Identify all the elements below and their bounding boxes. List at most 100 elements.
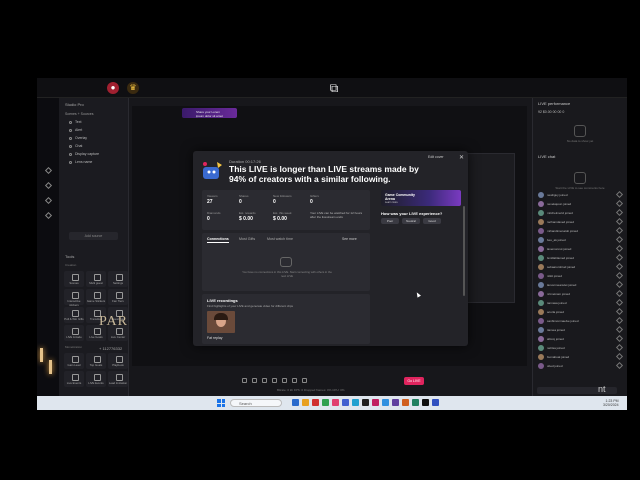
avatar[interactable] [538, 218, 544, 225]
chat-message[interactable]: newliguy joined [533, 190, 627, 199]
avatar[interactable] [538, 227, 544, 234]
windows-start-icon[interactable] [217, 399, 225, 407]
speaker-icon[interactable] [252, 378, 257, 383]
recording-thumbnail[interactable] [207, 311, 235, 333]
go-live-button[interactable]: Go LIVE [404, 377, 424, 385]
taskbar-app-icon[interactable] [432, 399, 439, 406]
edit-cover-button[interactable]: Edit cover [428, 155, 444, 159]
taskbar-app-icon[interactable] [332, 399, 339, 406]
tab-connections[interactable]: Connections [207, 237, 229, 241]
gift-icon[interactable] [615, 325, 624, 334]
chat-message[interactable]: sanbimonmaelve joined [533, 316, 627, 325]
tool-button[interactable]: Game Stickers [86, 289, 106, 305]
avatar[interactable] [538, 263, 544, 270]
gift-icon[interactable] [615, 271, 624, 280]
gift-icon[interactable] [615, 244, 624, 253]
avatar[interactable] [538, 353, 544, 360]
add-source-button[interactable]: Add source [69, 232, 118, 240]
chat-message[interactable]: beu_ak joined [533, 235, 627, 244]
gift-icon[interactable] [615, 298, 624, 307]
tool-button[interactable]: Interactive stickers [64, 289, 84, 307]
chat-message[interactable]: lsmillahlamed joined [533, 253, 627, 262]
gift-icon[interactable] [615, 343, 624, 352]
taskbar-app-icon[interactable] [412, 399, 419, 406]
chat-message[interactable]: nehisa joined [533, 343, 627, 352]
promo-banner[interactable]: Share your Lorem ipsum dolor sit amet [182, 108, 237, 118]
tool-button[interactable]: Top Goals [86, 353, 106, 369]
source-item[interactable]: Text [59, 118, 128, 126]
taskbar-app-icon[interactable] [292, 399, 299, 406]
avatar[interactable] [538, 254, 544, 261]
gift-icon[interactable] [615, 208, 624, 217]
tool-button[interactable]: Live Events [64, 371, 84, 387]
layout-icon[interactable] [292, 378, 297, 383]
link-icon[interactable] [302, 378, 307, 383]
gift-icon[interactable] [615, 307, 624, 316]
feedback-neutral-button[interactable]: Neutral [402, 218, 420, 224]
camera-icon[interactable] [262, 378, 267, 383]
screen-icon[interactable] [272, 378, 277, 383]
gift-icon[interactable] [615, 190, 624, 199]
avatar[interactable] [538, 335, 544, 342]
gift-icon[interactable] [615, 280, 624, 289]
avatar[interactable] [538, 245, 544, 252]
gift-icon[interactable] [615, 217, 624, 226]
taskbar-app-icon[interactable] [322, 399, 329, 406]
tool-button[interactable]: LIVE Events [86, 371, 106, 387]
source-item[interactable]: Display capture [59, 150, 128, 158]
avatar[interactable] [538, 290, 544, 297]
avatar[interactable] [538, 281, 544, 288]
tool-button[interactable]: Pull & Win Gifts [64, 307, 84, 323]
gift-icon[interactable] [615, 289, 624, 298]
recording-name[interactable]: Fat replay [207, 336, 223, 340]
feedback-good-button[interactable]: Good [423, 218, 441, 224]
tool-button[interactable]: LIVE Arcade [64, 325, 84, 341]
chat-message[interactable]: tiamea joined [533, 325, 627, 334]
source-item[interactable]: Alert [59, 126, 128, 134]
taskbar-app-icon[interactable] [362, 399, 369, 406]
chat-message[interactable]: nitkit joined [533, 271, 627, 280]
chat-message[interactable]: lavemonnut joined [533, 244, 627, 253]
source-item[interactable]: Overlay [59, 134, 128, 142]
avatar[interactable] [538, 299, 544, 306]
modal-scrollbar[interactable] [463, 206, 465, 296]
close-icon[interactable]: ✕ [459, 154, 464, 161]
avatar[interactable] [538, 344, 544, 351]
arena-sub[interactable]: Learn more [385, 201, 398, 204]
taskbar-app-icon[interactable] [422, 399, 429, 406]
panel-header[interactable]: Studio Pro [59, 98, 128, 110]
tool-button[interactable]: Settings [108, 271, 128, 287]
source-item[interactable]: Lens name [59, 158, 128, 166]
feedback-poor-button[interactable]: Poor [381, 218, 399, 224]
crown-icon[interactable]: ♛ [127, 82, 139, 94]
gift-icon[interactable] [615, 199, 624, 208]
gift-icon[interactable] [615, 352, 624, 361]
taskbar-app-icon[interactable] [382, 399, 389, 406]
gift-icon[interactable] [615, 361, 624, 370]
chat-message[interactable]: obed joined [533, 361, 627, 370]
avatar[interactable] [538, 209, 544, 216]
tool-button[interactable]: Playbook [108, 353, 128, 369]
gift-icon[interactable] [615, 253, 624, 262]
mic-icon[interactable] [242, 378, 247, 383]
chat-message[interactable]: mitchelmerid joined [533, 208, 627, 217]
chat-message[interactable]: abtcoj joined [533, 334, 627, 343]
tool-button[interactable]: Lead Invitation [108, 371, 128, 387]
chat-message[interactable]: nrimetnam joined [533, 289, 627, 298]
avatar[interactable] [538, 362, 544, 369]
avatar[interactable] [538, 317, 544, 324]
tab-most-gifts[interactable]: Most Gifts [239, 237, 255, 241]
taskbar-app-icon[interactable] [342, 399, 349, 406]
gift-icon[interactable] [615, 262, 624, 271]
avatar[interactable] [538, 326, 544, 333]
chat-message[interactable]: lanvermeanulet joined [533, 280, 627, 289]
taskbar-clock[interactable]: 1:23 PM 3/20/2024 [603, 399, 619, 407]
gift-icon[interactable] [615, 316, 624, 325]
avatar[interactable] [538, 191, 544, 198]
taskbar-app-icon[interactable] [302, 399, 309, 406]
tool-button[interactable]: Multi guest [86, 271, 106, 287]
chat-message[interactable]: bumabuat joined [533, 352, 627, 361]
taskbar-app-icon[interactable] [372, 399, 379, 406]
chat-message[interactable]: rachamdaved joined [533, 217, 627, 226]
profile-icon[interactable]: ● [107, 82, 119, 94]
